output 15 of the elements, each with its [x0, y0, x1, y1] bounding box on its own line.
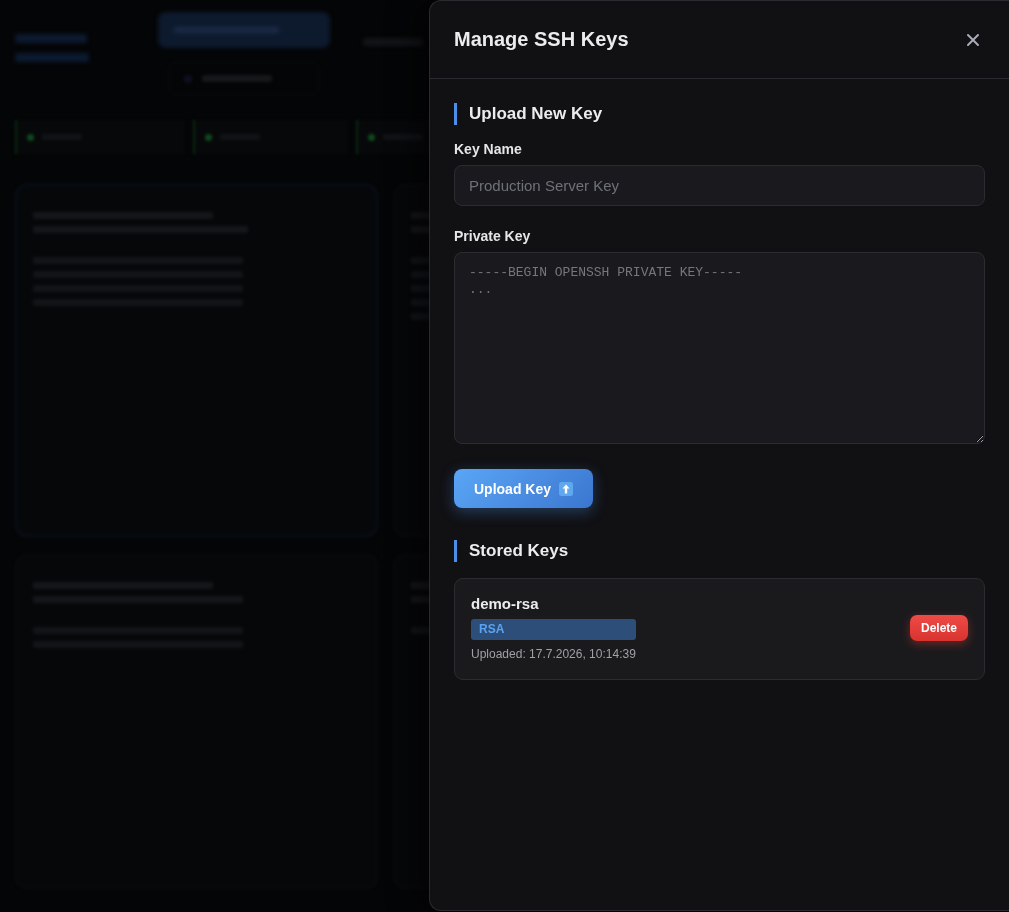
field-label: Private Key — [454, 228, 532, 244]
up-arrow-icon — [559, 481, 573, 496]
key-name-field[interactable]: Production Server Key — [454, 165, 985, 206]
upload-key-button[interactable]: Upload Key — [454, 469, 593, 508]
blurred-button[interactable] — [158, 12, 330, 48]
blurred-dropdown[interactable] — [169, 62, 319, 95]
field-label: Key Name — [454, 141, 523, 157]
key-type-badge: RSA — [471, 619, 636, 640]
upload-date: Uploaded: 17.7.2026, 10:14:39 — [471, 647, 636, 661]
delete-button[interactable]: Delete — [909, 615, 968, 641]
section-heading: Stored Keys — [454, 540, 985, 562]
private-key-field[interactable]: -----BEGIN OPENSSH PRIVATE KEY----- ... — [454, 252, 985, 444]
dialog-title: Manage SSH Keys — [454, 28, 629, 51]
key-name: demo-rsa — [471, 595, 540, 612]
section-heading: Upload New Key — [454, 103, 985, 125]
